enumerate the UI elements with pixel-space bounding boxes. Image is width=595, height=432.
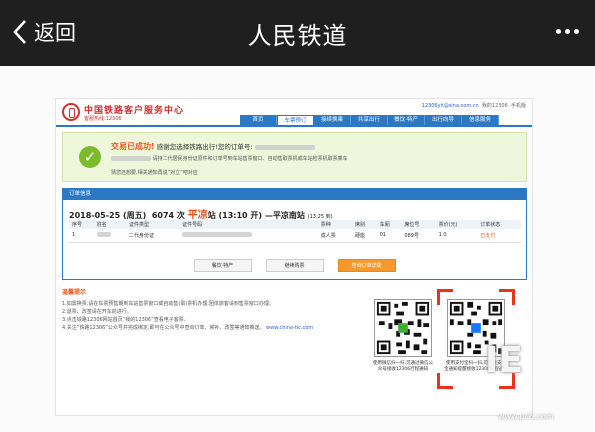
railway-logo-icon [62, 103, 80, 121]
redacted-text [96, 232, 111, 238]
frame-corner [437, 373, 453, 389]
trip-date: 2018-05-25 [69, 211, 121, 220]
trip-summary: 2018-05-25 (周五) 6074 次 平凉站 (13:10 开) —平凉… [69, 210, 333, 221]
column-header: 席别 [352, 220, 377, 229]
watermark-url: www.pc6.com [498, 412, 554, 421]
success-instruction-text: 请持二代居民身份证原件和订单号到车站售票窗口、自动售取票机或车站检票机取票乘车 [152, 156, 348, 162]
trip-weekday: (周五) [122, 211, 147, 220]
id-type: 二代身份证 [125, 229, 180, 243]
site-hotline: 客服热线:12306 [84, 116, 122, 122]
success-ok: 交易已成功! [111, 142, 155, 151]
tip-line: 2.退票、改签请在开车前进行。 [62, 309, 132, 315]
site-utility-links: 12306yh@sina.com.cn 我的12306 手机版 [422, 102, 526, 109]
ticket-type: 成人票 [317, 229, 352, 243]
order-details-button[interactable]: 查询订单详情 [337, 259, 396, 272]
site-header: 中国铁路客户服务中心 客服热线:12306 12306yh@sina.com.c… [56, 99, 532, 126]
page-title: 人民铁道 [247, 22, 348, 50]
order-status: 已支付 [477, 229, 521, 243]
tip-link[interactable]: www.china-tlc.com [266, 325, 313, 331]
ticket-price: 1.0 [435, 229, 478, 243]
mobile-link[interactable]: 手机版 [511, 103, 526, 109]
tip-line: 1.如需换票,请在车票预售期到车站售票窗口或自动售(取)票机办理,团体旅客请到售… [62, 301, 274, 307]
departure-time: (13:10 开) [218, 211, 263, 220]
my-12306-link[interactable]: 我的12306 [482, 103, 508, 109]
user-email[interactable]: 12306yh@sina.com.cn [422, 103, 479, 109]
continue-booking-button[interactable]: 继续购票 [265, 259, 324, 272]
column-header: 证件号码 [179, 220, 318, 229]
seat-number: 089号 [401, 229, 436, 243]
passenger-table: 序号 姓名 证件类型 证件号码 票种 席别 车厢 席位号 票价(元) 订单状态 [69, 220, 521, 243]
tip-line-text: 4.关注“铁路12306”公众号并完成绑定,即可在公众号中查询订单、候补、改签等… [62, 325, 265, 331]
column-header: 车厢 [376, 220, 402, 229]
table-header-row: 序号 姓名 证件类型 证件号码 票种 席别 车厢 席位号 票价(元) 订单状态 [69, 220, 521, 229]
passenger-name [93, 229, 126, 243]
success-instruction: 请持二代居民身份证原件和订单号到车站售票窗口、自动售取票机或车站检票机取票乘车 [111, 155, 348, 162]
order-actions: 餐饮·特产 继续购票 查询订单详情 [63, 259, 526, 272]
coach: 01 [376, 229, 402, 243]
column-header: 票价(元) [435, 220, 478, 229]
seat-class: 硬座 [352, 229, 377, 243]
order-section-title: 订单信息 [63, 189, 526, 200]
frame-corner [499, 289, 515, 305]
arrival-station: —平凉南 [264, 211, 297, 220]
wechat-qr-icon[interactable] [374, 299, 432, 357]
wechat-qr-caption: 使用微信扫一扫,可通过微信公众号接收12306行程通知 [373, 361, 433, 372]
column-header: 订单状态 [477, 220, 521, 229]
redacted-text [111, 156, 151, 161]
success-banner: ✓ 交易已成功! 感谢您选择铁路出行!您的订单号: 请持二代居民身份证原件和订单… [62, 132, 527, 182]
top-nav-bar: 返回 人民铁道 [0, 0, 595, 66]
train-number: 6074 [151, 211, 175, 220]
column-header: 姓名 [93, 220, 126, 229]
article-photo: 中国铁路客户服务中心 客服热线:12306 12306yh@sina.com.c… [0, 66, 595, 432]
column-header: 席位号 [401, 220, 436, 229]
success-note: 猜您还想要,相关通知再说“对立”吧对应 [111, 170, 198, 176]
nav-divider [56, 125, 532, 127]
column-header: 票种 [317, 220, 352, 229]
row-index: 1 [69, 229, 94, 243]
more-dots-icon[interactable] [556, 29, 579, 34]
tip-line: 3.点击铁路12306网站首页“我的12306”查看电子客票。 [62, 317, 189, 323]
order-panel: 订单信息 2018-05-25 (周五) 6074 次 平凉站 (13:10 开… [62, 188, 527, 280]
redacted-text [254, 144, 315, 150]
check-icon: ✓ [79, 146, 101, 168]
id-number [179, 229, 318, 243]
watermark-logo: IE [485, 340, 523, 381]
railway-confirmation-screenshot: 中国铁路客户服务中心 客服热线:12306 12306yh@sina.com.c… [55, 98, 533, 416]
tip-line: 4.关注“铁路12306”公众号并完成绑定,即可在公众号中查询订单、候补、改签等… [62, 324, 352, 332]
column-header: 序号 [69, 220, 94, 229]
frame-corner [437, 289, 453, 305]
redacted-text [182, 232, 253, 238]
tips-section: 温馨提示 1.如需换票,请在车票预售期到车站售票窗口或自动售(取)票机办理,团体… [62, 285, 527, 413]
food-specialty-button[interactable]: 餐饮·特产 [193, 259, 252, 272]
success-title: 交易已成功! 感谢您选择铁路出行!您的订单号: [111, 141, 315, 152]
table-row: 1 二代身份证 成人票 硬座 01 089号 1.0 已支付 [69, 229, 521, 243]
column-header: 证件类型 [125, 220, 180, 229]
success-message: 感谢您选择铁路出行!您的订单号: [156, 143, 253, 151]
